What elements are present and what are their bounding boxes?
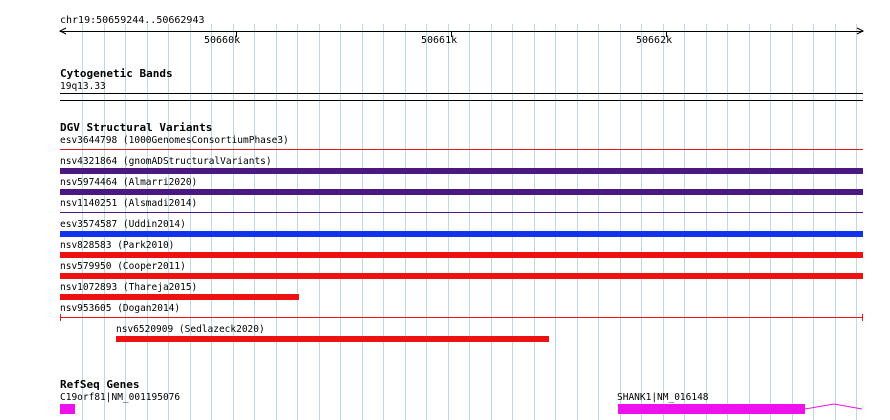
genome-browser-view: chr19:50659244..50662943 50660k 50661k 5… xyxy=(0,0,890,420)
intron-line xyxy=(804,403,863,410)
gene-intron xyxy=(804,403,863,410)
